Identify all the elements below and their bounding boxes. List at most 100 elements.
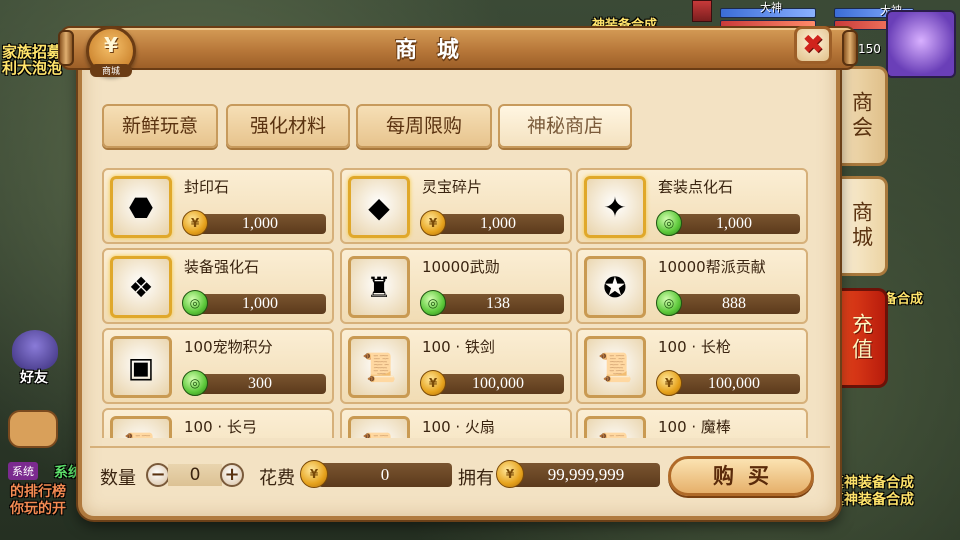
money-bag-icon: ¥ <box>104 33 118 57</box>
scroll-ornament <box>842 30 858 66</box>
item-price: 1,000 <box>242 215 278 232</box>
merit-token-icon: ♜ <box>348 256 410 318</box>
cost-label: 花费 <box>259 468 295 489</box>
close-button[interactable]: ✖ <box>794 26 832 64</box>
gold-coin-icon: ¥ <box>300 460 328 488</box>
chat-icon[interactable] <box>8 410 58 448</box>
item-name: 灵宝碎片 <box>422 178 483 196</box>
scroll-icon: 📜 <box>110 416 172 438</box>
divider <box>90 446 830 448</box>
side-tab-shop[interactable]: 商城 <box>838 176 888 276</box>
quantity-stepper[interactable]: 0 <box>168 464 222 486</box>
item-price: 1,000 <box>716 215 752 232</box>
side-tab-guild[interactable]: 商会 <box>838 66 888 166</box>
item-price: 1,000 <box>242 295 278 312</box>
item-glyph: ✦ <box>603 190 627 224</box>
spirit-fragment-icon: ◆ <box>348 176 410 238</box>
buy-button[interactable]: 购买 <box>668 456 814 496</box>
tab-fresh-items[interactable]: 新鲜玩意 <box>102 104 218 148</box>
shop-item-card[interactable]: 📜 100 · 长弓 <box>102 408 334 438</box>
shop-item-card[interactable]: 📜 100 · 魔棒 <box>576 408 808 438</box>
shop-item-card[interactable]: ♜ 10000武勋 138 ◎ <box>340 248 572 324</box>
bg-notice-text: 真神装备合成 <box>830 492 914 508</box>
enhance-stone-icon: ❖ <box>110 256 172 318</box>
friend-icon[interactable] <box>12 330 58 370</box>
quantity-increase-button[interactable]: + <box>220 463 244 487</box>
item-glyph: 📜 <box>113 419 169 439</box>
item-price: 100,000 <box>472 375 524 392</box>
item-glyph: 📜 <box>351 419 407 439</box>
shop-item-card[interactable]: ❖ 装备强化石 1,000 ◎ <box>102 248 334 324</box>
jade-coin-icon: ◎ <box>182 370 208 396</box>
item-glyph: ◆ <box>368 190 390 224</box>
seal-stone-icon: ⬣ <box>110 176 172 238</box>
scroll-icon: 📜 <box>584 336 646 398</box>
shop-item-card[interactable]: ◆ 灵宝碎片 1,000 ¥ <box>340 168 572 244</box>
gold-coin-icon: ¥ <box>420 210 446 236</box>
chat-line: 你玩的开 <box>10 501 66 517</box>
item-name: 10000帮派贡献 <box>658 258 766 276</box>
close-icon: ✖ <box>802 30 824 60</box>
item-price: 1,000 <box>480 215 516 232</box>
gold-coin-icon: ¥ <box>420 370 446 396</box>
player-avatar[interactable] <box>886 10 956 78</box>
quantity-label: 数量 <box>100 468 136 489</box>
shop-item-card[interactable]: 📜 100 · 铁剑 100,000 ¥ <box>340 328 572 404</box>
item-name: 装备强化石 <box>184 258 260 276</box>
item-price: 300 <box>248 375 272 392</box>
item-grid[interactable]: ⬣ 封印石 1,000 ¥ ◆ 灵宝碎片 1,000 ¥ ✦ 套装点化石 1,000 ◎ ❖ 装备强化石 1… <box>100 166 812 438</box>
gold-coin-icon: ¥ <box>182 210 208 236</box>
jade-coin-icon: ◎ <box>420 290 446 316</box>
item-glyph: 📜 <box>361 350 397 384</box>
item-price: 100,000 <box>708 375 760 392</box>
item-name: 封印石 <box>184 178 230 196</box>
shop-item-card[interactable]: ✪ 10000帮派贡献 888 ◎ <box>576 248 808 324</box>
shop-item-card[interactable]: ✦ 套装点化石 1,000 ◎ <box>576 168 808 244</box>
jade-coin-icon: ◎ <box>182 290 208 316</box>
jade-coin-icon: ◎ <box>656 290 682 316</box>
item-name: 100 · 长枪 <box>658 338 731 356</box>
shop-item-card[interactable]: 📜 100 · 长枪 100,000 ¥ <box>576 328 808 404</box>
item-name: 100宠物积分 <box>184 338 273 356</box>
item-name: 套装点化石 <box>658 178 734 196</box>
item-glyph: 📜 <box>587 419 643 439</box>
guild-badge-icon: ✪ <box>584 256 646 318</box>
set-stone-icon: ✦ <box>584 176 646 238</box>
item-glyph: ⬣ <box>128 190 154 224</box>
cost-value: 0 <box>318 463 452 487</box>
system-badge: 系统 <box>8 462 38 480</box>
shop-item-card[interactable]: ⬣ 封印石 1,000 ¥ <box>102 168 334 244</box>
gold-coin-icon: ¥ <box>496 460 524 488</box>
bg-notice-text: 利大泡泡 <box>2 59 63 77</box>
owned-value: 99,999,999 <box>512 463 660 487</box>
item-glyph: ❖ <box>128 270 154 304</box>
shop-item-card[interactable]: 📜 100 · 火扇 <box>340 408 572 438</box>
tab-mystery-shop[interactable]: 神秘商店 <box>498 104 632 148</box>
jade-coin-icon: ◎ <box>656 210 682 236</box>
item-price: 138 <box>486 295 510 312</box>
page-title: 商 城 <box>395 38 465 63</box>
gold-coin-icon: ¥ <box>656 370 682 396</box>
item-glyph: ✪ <box>603 270 627 304</box>
bg-notice-text: 备合成 <box>884 292 924 307</box>
tab-enhance-materials[interactable]: 强化材料 <box>226 104 350 148</box>
scroll-icon: 📜 <box>348 336 410 398</box>
item-name: 100 · 魔棒 <box>658 418 731 436</box>
scroll-icon: 📜 <box>348 416 410 438</box>
player-level: 150 <box>858 42 881 56</box>
hud-corner-icon[interactable] <box>692 0 712 22</box>
tab-weekly-limited[interactable]: 每周限购 <box>356 104 492 148</box>
item-price: 888 <box>722 295 746 312</box>
scroll-icon: 📜 <box>584 416 646 438</box>
shop-item-card[interactable]: ▣ 100宠物积分 300 ◎ <box>102 328 334 404</box>
owned-label: 拥有 <box>458 468 494 489</box>
item-name: 100 · 长弓 <box>184 418 257 436</box>
friend-label[interactable]: 好友 <box>20 367 48 387</box>
side-tab-recharge[interactable]: 充值 <box>838 288 888 388</box>
item-glyph: 📜 <box>597 350 633 384</box>
item-name: 100 · 铁剑 <box>422 338 495 356</box>
quantity-decrease-button[interactable]: − <box>146 463 170 487</box>
hud-name-label: 大神 <box>760 1 782 14</box>
item-name: 100 · 火扇 <box>422 418 495 436</box>
scroll-ornament <box>58 30 74 66</box>
